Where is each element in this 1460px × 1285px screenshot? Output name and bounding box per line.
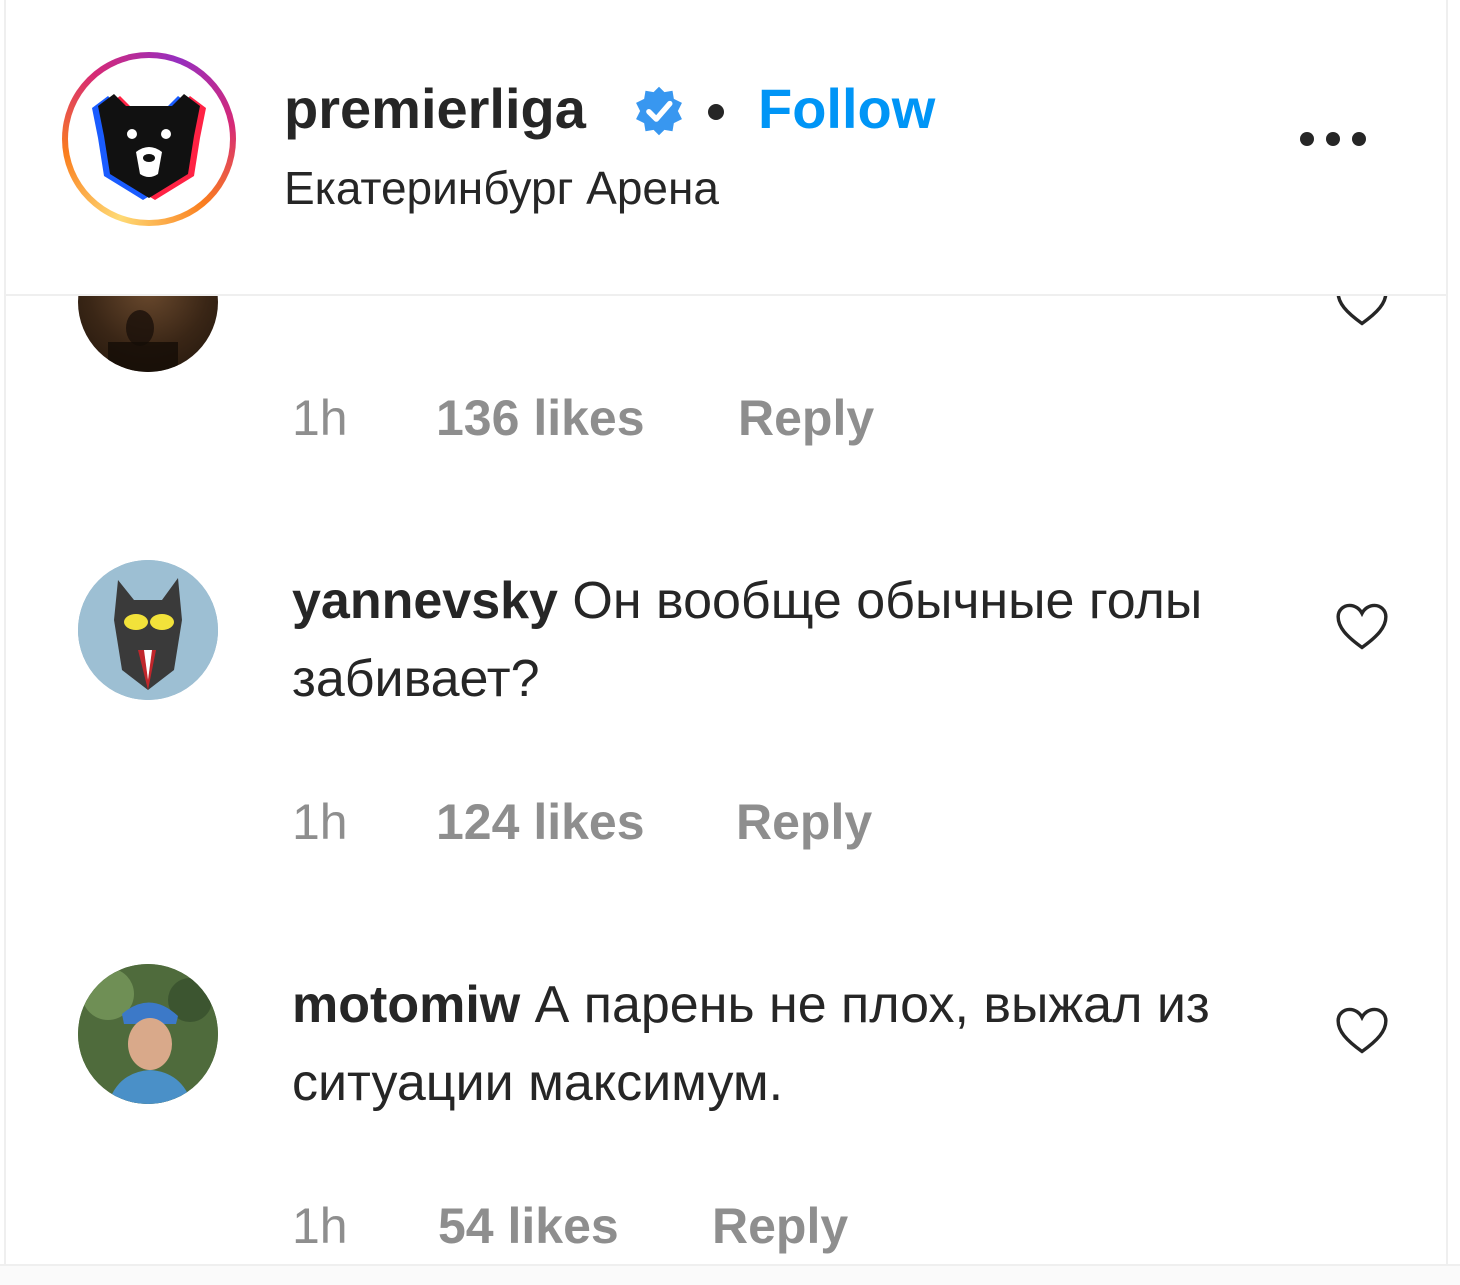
comment-likes[interactable]: 136 likes [436,388,645,448]
bear-logo-icon [92,94,206,200]
comment-text: motomiw А парень не плох, выжал из ситуа… [292,966,1292,1122]
reply-button[interactable]: Reply [712,1196,848,1256]
reply-button[interactable]: Reply [736,792,872,852]
commenter-avatar[interactable] [78,964,218,1104]
more-options-icon[interactable] [1296,128,1372,152]
comment-text: yannevsky Он вообще обычные голы забивае… [292,562,1292,718]
account-avatar[interactable] [76,66,222,212]
comment-time: 1h [292,1198,348,1254]
comment-likes[interactable]: 124 likes [436,792,645,852]
post-comments-panel: premierliga Follow Екатеринбург Арена 1h… [4,0,1448,1270]
commenter-avatar[interactable] [78,560,218,700]
reply-button[interactable]: Reply [738,388,874,448]
comment-time: 1h [292,794,348,850]
heart-icon[interactable] [1334,1006,1390,1056]
verified-badge-icon [636,86,682,136]
follow-button[interactable]: Follow [758,76,935,142]
bottom-divider [0,1264,1460,1285]
separator-dot [708,104,724,120]
location-link[interactable]: Екатеринбург Арена [284,160,719,216]
post-header: premierliga Follow Екатеринбург Арена [6,0,1446,296]
comment-username[interactable]: motomiw [292,976,520,1034]
heart-icon[interactable] [1334,602,1390,652]
comment-time: 1h [292,390,348,446]
comment-username[interactable]: yannevsky [292,572,558,630]
comment-likes[interactable]: 54 likes [438,1196,619,1256]
header-username[interactable]: premierliga [284,76,586,142]
